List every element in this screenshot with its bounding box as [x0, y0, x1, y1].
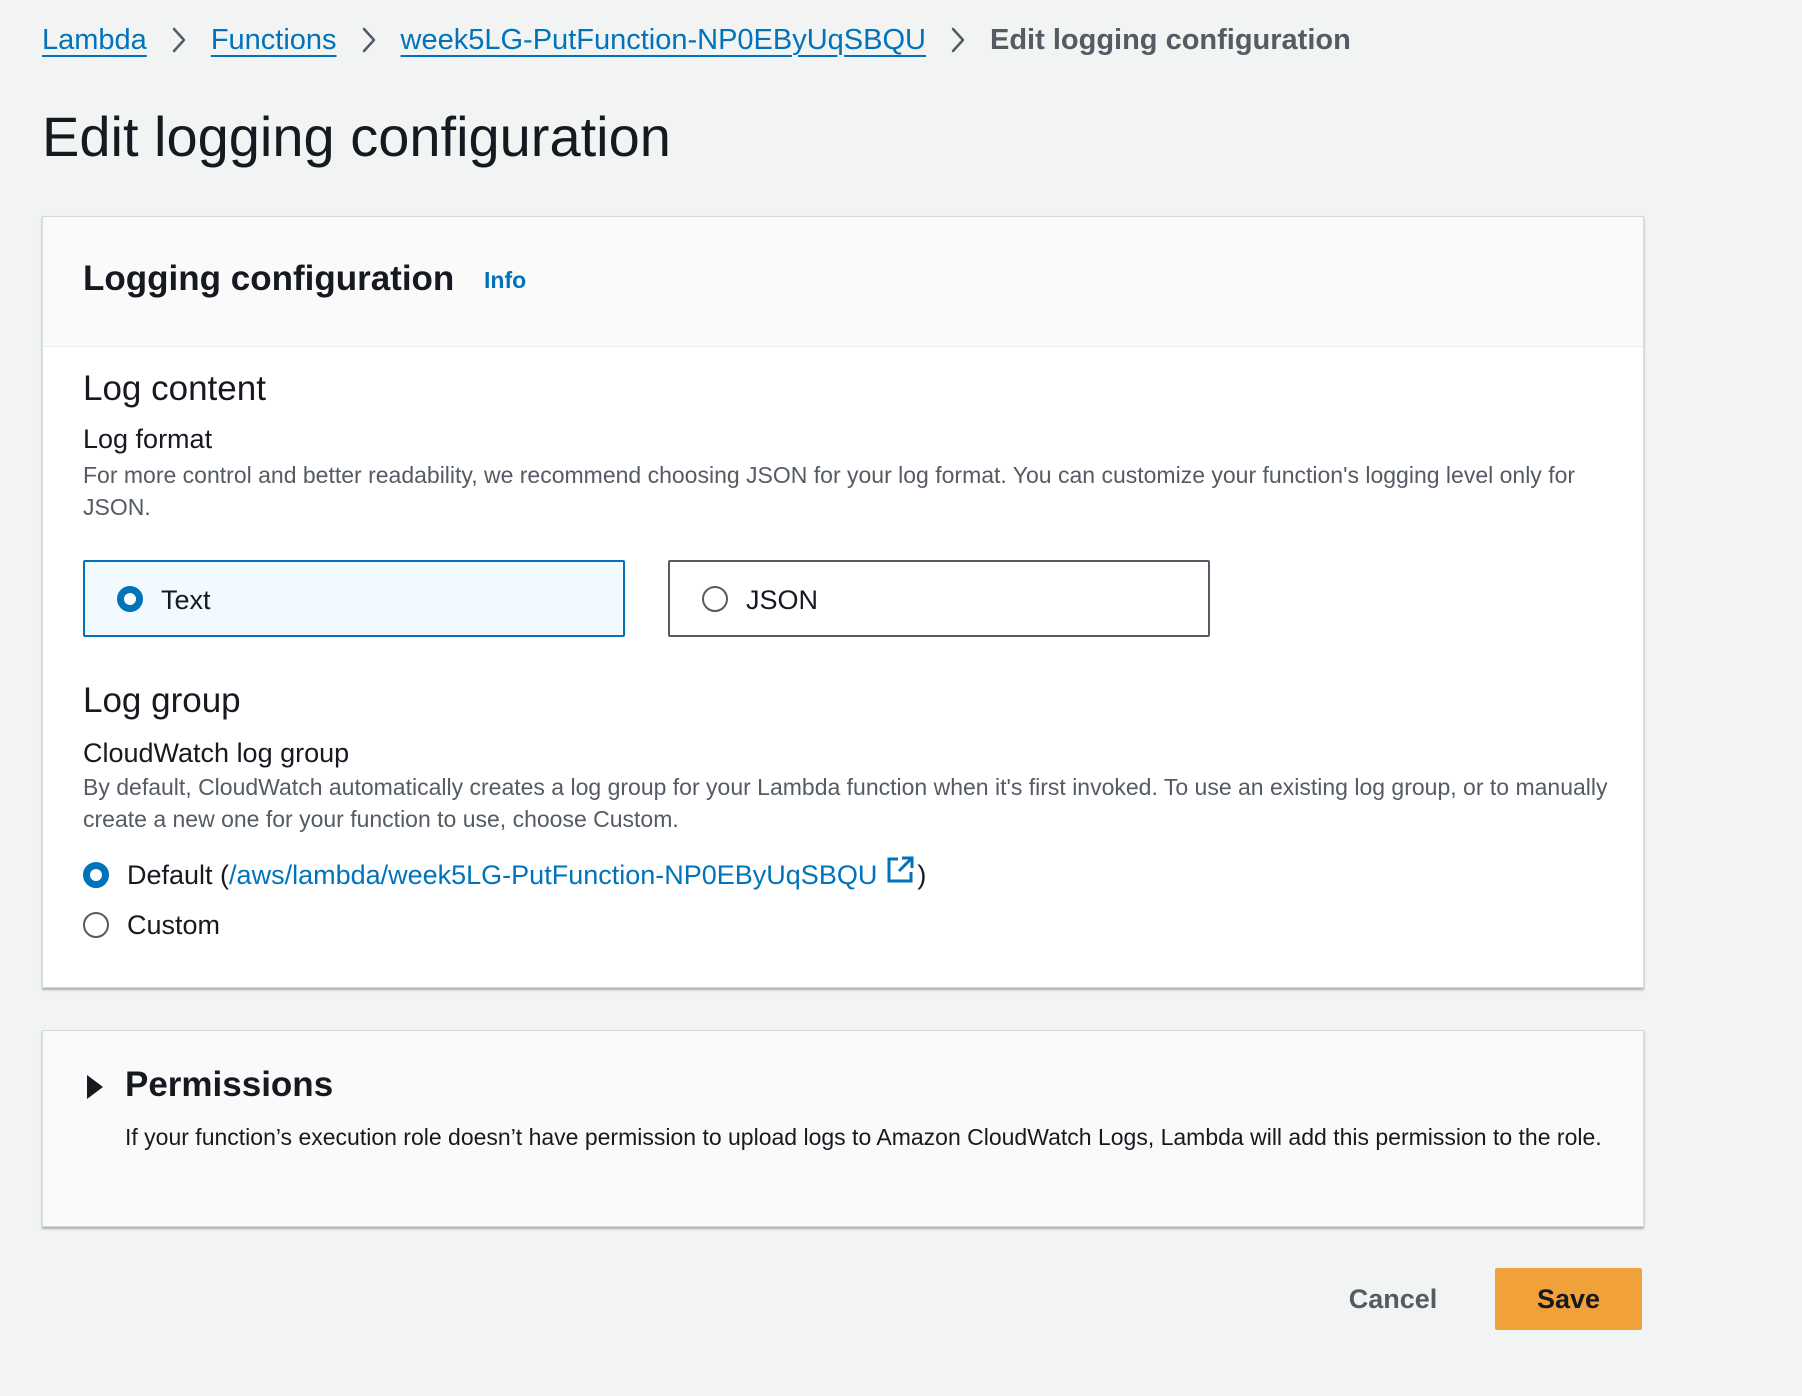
radio-unselected-icon[interactable] [702, 586, 728, 612]
log-group-heading: Log group [83, 681, 241, 720]
logging-panel-title: Logging configuration [83, 259, 455, 298]
log-group-default-link[interactable]: /aws/lambda/week5LG-PutFunction-NP0EByUq… [229, 857, 877, 893]
breadcrumb-lambda-link[interactable]: Lambda [42, 24, 147, 57]
log-format-json-option[interactable]: JSON [668, 560, 1210, 637]
chevron-right-icon [337, 27, 401, 53]
logging-configuration-panel: Logging configuration Info Log content L… [42, 216, 1644, 988]
log-format-description: For more control and better readability,… [83, 462, 1576, 520]
log-format-label: Log format [83, 424, 213, 454]
breadcrumb-current: Edit logging configuration [990, 23, 1351, 56]
log-group-default-suffix: ) [917, 859, 927, 890]
log-group-custom-option[interactable]: Custom [83, 907, 220, 943]
permissions-title[interactable]: Permissions [125, 1061, 333, 1109]
log-format-text-option[interactable]: Text [83, 560, 625, 637]
external-link-icon[interactable] [885, 855, 915, 894]
breadcrumb-functions-link[interactable]: Functions [211, 24, 337, 57]
breadcrumb: Lambda Functions week5LG-PutFunction-NP0… [42, 18, 1351, 62]
radio-selected-icon[interactable] [117, 586, 143, 612]
log-format-json-label: JSON [746, 585, 819, 615]
radio-unselected-icon[interactable] [83, 912, 109, 938]
permissions-panel: Permissions If your function’s execution… [42, 1030, 1644, 1227]
permissions-description: If your function’s execution role doesn’… [125, 1124, 1602, 1150]
logging-panel-header: Logging configuration Info [43, 217, 1643, 347]
chevron-right-icon [926, 27, 990, 53]
caret-right-icon[interactable] [83, 1073, 107, 1101]
cancel-button[interactable]: Cancel [1320, 1268, 1466, 1330]
log-group-default-option[interactable]: Default ( /aws/lambda/week5LG-PutFunctio… [83, 855, 926, 894]
info-link[interactable]: Info [484, 267, 526, 294]
log-content-heading: Log content [83, 369, 266, 408]
cloudwatch-log-group-label: CloudWatch log group [83, 738, 350, 768]
breadcrumb-function-link[interactable]: week5LG-PutFunction-NP0EByUqSBQU [401, 24, 926, 57]
log-group-default-prefix: Default ( [127, 859, 230, 890]
chevron-right-icon [147, 27, 211, 53]
save-button[interactable]: Save [1495, 1268, 1642, 1330]
log-group-custom-label: Custom [127, 910, 221, 940]
page-title: Edit logging configuration [42, 105, 671, 168]
radio-selected-icon[interactable] [83, 861, 109, 888]
log-format-text-label: Text [161, 585, 211, 615]
cloudwatch-log-group-description: By default, CloudWatch automatically cre… [83, 774, 1608, 832]
